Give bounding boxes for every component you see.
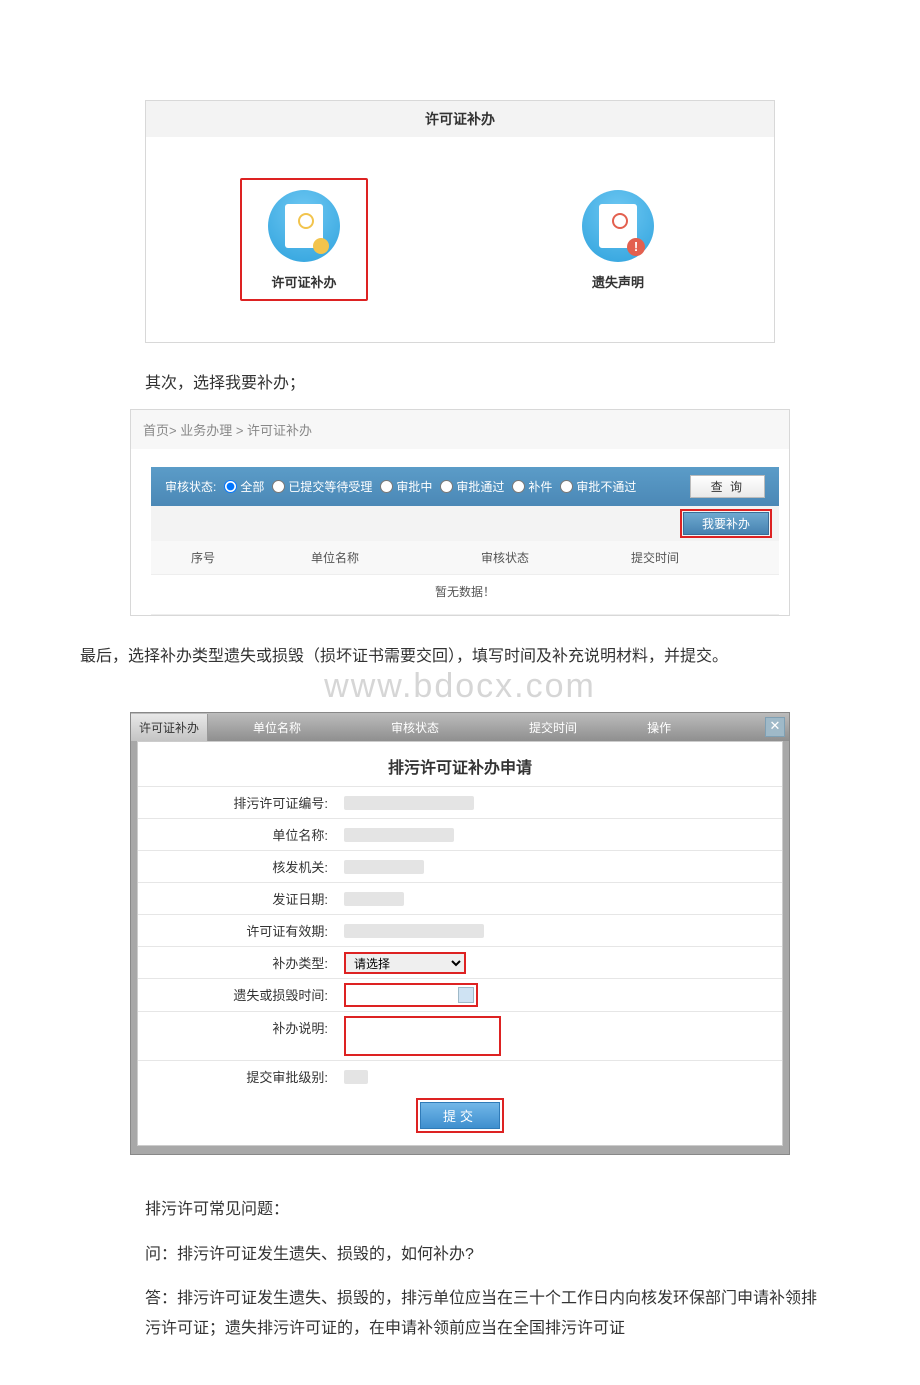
- filter-item: 全部: [240, 478, 264, 495]
- faq-question: 问：排污许可证发生遗失、损毁的，如何补办?: [145, 1240, 830, 1270]
- filter-radio-rejected[interactable]: [560, 480, 573, 493]
- label-lost-time: 遗失或损毁时间:: [138, 979, 336, 1011]
- reissue-note-textarea[interactable]: [344, 1016, 501, 1056]
- option-label: 许可证补办: [268, 272, 340, 291]
- value-level: [336, 1061, 782, 1092]
- filter-label: 审核状态:: [165, 478, 216, 495]
- submit-button[interactable]: 提交: [420, 1102, 500, 1129]
- table-col: 序号: [151, 549, 311, 566]
- close-icon[interactable]: ✕: [765, 717, 785, 737]
- faq-answer: 答：排污许可证发生遗失、损毁的，排污单位应当在三十个工作日内向核发环保部门申请补…: [145, 1284, 830, 1345]
- dialog-col: 单位名称: [208, 719, 346, 736]
- label-issuer: 核发机关:: [138, 851, 336, 882]
- label-permit-no: 排污许可证编号:: [138, 787, 336, 818]
- table-col: 提交时间: [631, 549, 771, 566]
- breadcrumb: 首页> 业务办理 > 许可证补办: [131, 410, 789, 449]
- reissue-form-dialog: 许可证补办 单位名称 审核状态 提交时间 操作 ✕ 排污许可证补办申请 排污许可…: [130, 712, 790, 1155]
- faq-heading: 排污许可常见问题：: [145, 1195, 830, 1225]
- label-issue-date: 发证日期:: [138, 883, 336, 914]
- table-header: 序号 单位名称 审核状态 提交时间: [151, 541, 779, 575]
- table-col: 审核状态: [481, 549, 631, 566]
- value-issue-date: [336, 883, 782, 914]
- filter-item: 补件: [528, 478, 552, 495]
- label-level: 提交审批级别:: [138, 1061, 336, 1092]
- value-unit: [336, 819, 782, 850]
- dialog-col: 审核状态: [346, 719, 484, 736]
- filter-item: 审批通过: [456, 478, 504, 495]
- value-valid: [336, 915, 782, 946]
- filter-item: 审批不通过: [576, 478, 636, 495]
- step2-text: 其次，选择我要补办；: [145, 371, 790, 397]
- filter-bar: 审核状态: 全部 已提交等待受理 审批中 审批通过 补件 审批不通过 查 询: [151, 467, 779, 506]
- filter-radio-supplement[interactable]: [512, 480, 525, 493]
- faq-section: 排污许可常见问题： 问：排污许可证发生遗失、损毁的，如何补办? 答：排污许可证发…: [145, 1195, 830, 1345]
- dialog-col: 提交时间: [484, 719, 622, 736]
- label-unit: 单位名称:: [138, 819, 336, 850]
- filter-item: 已提交等待受理: [288, 478, 372, 495]
- filter-radio-passed[interactable]: [440, 480, 453, 493]
- reissue-type-select[interactable]: 请选择: [344, 952, 466, 974]
- label-note: 补办说明:: [138, 1012, 336, 1060]
- table-col: 单位名称: [311, 549, 481, 566]
- option-reissue-permit[interactable]: 许可证补办: [240, 178, 368, 301]
- form-title: 排污许可证补办申请: [138, 742, 782, 786]
- calendar-icon[interactable]: [458, 987, 474, 1003]
- certificate-reissue-icon: [268, 190, 340, 262]
- reissue-button[interactable]: 我要补办: [683, 512, 769, 535]
- filter-radio-submitted[interactable]: [272, 480, 285, 493]
- table-nodata: 暂无数据！: [151, 575, 779, 615]
- watermark: www.bdocx.com: [0, 667, 920, 706]
- filter-item: 审批中: [396, 478, 432, 495]
- filter-radio-reviewing[interactable]: [380, 480, 393, 493]
- label-valid: 许可证有效期:: [138, 915, 336, 946]
- label-type: 补办类型:: [138, 947, 336, 978]
- value-permit-no: [336, 787, 782, 818]
- step3-text: 最后，选择补办类型遗失或损毁（损坏证书需要交回），填写时间及补充说明材料，并提交…: [80, 644, 830, 670]
- value-issuer: [336, 851, 782, 882]
- filter-radio-all[interactable]: [224, 480, 237, 493]
- query-button[interactable]: 查 询: [690, 475, 765, 498]
- option-label: 遗失声明: [582, 272, 654, 291]
- reissue-option-panel: 许可证补办 许可证补办 遗失声明: [145, 100, 775, 343]
- reissue-list-panel: 首页> 业务办理 > 许可证补办 审核状态: 全部 已提交等待受理 审批中 审批…: [130, 409, 790, 616]
- dialog-col: 操作: [622, 719, 696, 736]
- loss-statement-icon: [582, 190, 654, 262]
- option-loss-statement[interactable]: 遗失声明: [556, 180, 680, 299]
- panel-title: 许可证补办: [146, 101, 774, 137]
- dialog-tab[interactable]: 许可证补办: [131, 714, 208, 741]
